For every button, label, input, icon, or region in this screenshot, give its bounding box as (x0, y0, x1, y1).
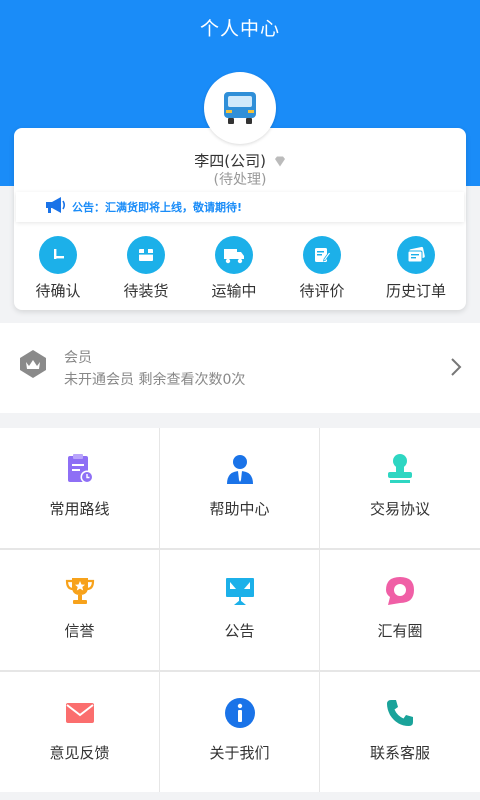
grid-label: 帮助中心 (209, 500, 270, 518)
grid-label: 公告 (224, 622, 255, 640)
grid-item-reputation[interactable]: 信誉 (0, 550, 159, 670)
grid-label: 意见反馈 (49, 744, 110, 762)
phone-icon (383, 696, 417, 730)
grid-label: 汇有圈 (377, 622, 423, 640)
order-label: 运输中 (211, 282, 257, 300)
order-label: 待装货 (123, 282, 169, 300)
chevron-right-icon (450, 357, 462, 381)
diamond-icon (274, 153, 286, 171)
truck-icon (215, 236, 253, 274)
support-person-icon (223, 452, 257, 486)
grid-item-feedback[interactable]: 意见反馈 (0, 672, 159, 792)
history-icon (397, 236, 435, 274)
notice-text: 公告：汇满货即将上线，敬请期待! (72, 201, 243, 214)
clipboard-clock-icon (63, 452, 97, 486)
chat-bubble-icon (383, 574, 417, 608)
order-pending-load[interactable]: 待装货 (102, 232, 190, 301)
billboard-icon (223, 574, 257, 608)
user-status: (待处理) (213, 172, 267, 188)
grid-item-help[interactable]: 帮助中心 (160, 428, 319, 548)
member-desc: 未开通会员 剩余查看次数0次 (64, 372, 246, 388)
membership-row[interactable]: 会员 未开通会员 剩余查看次数0次 (0, 323, 480, 413)
box-icon (127, 236, 165, 274)
notice-bar[interactable]: 公告：汇满货即将上线，敬请期待! (16, 192, 464, 222)
order-pending-confirm[interactable]: 待确认 (14, 232, 102, 301)
grid-item-circle[interactable]: 汇有圈 (320, 550, 480, 670)
grid-item-agreement[interactable]: 交易协议 (320, 428, 480, 548)
page-title: 个人中心 (199, 18, 280, 40)
truck-avatar-icon (224, 92, 256, 124)
order-label: 历史订单 (385, 282, 446, 300)
order-label: 待确认 (35, 282, 81, 300)
grid-label: 联系客服 (369, 744, 430, 762)
grid-label: 信誉 (64, 622, 95, 640)
user-card: 李四(公司) (待处理) 公告：汇满货即将上线，敬请期待! 待确认 待装货 运输… (14, 128, 466, 310)
user-name: 李四(公司) (194, 152, 266, 170)
order-label: 待评价 (299, 282, 345, 300)
info-icon (223, 696, 257, 730)
grid-label: 常用路线 (49, 500, 110, 518)
grid-label: 关于我们 (209, 744, 270, 762)
avatar[interactable] (204, 72, 276, 144)
order-in-transit[interactable]: 运输中 (190, 232, 278, 301)
plus-minus-icon (39, 236, 77, 274)
grid-item-routes[interactable]: 常用路线 (0, 428, 159, 548)
stamp-icon (383, 452, 417, 486)
grid-item-announcement[interactable]: 公告 (160, 550, 319, 670)
mail-icon (63, 696, 97, 730)
megaphone-icon (44, 196, 66, 218)
grid-item-contact[interactable]: 联系客服 (320, 672, 480, 792)
edit-icon (303, 236, 341, 274)
order-history[interactable]: 历史订单 (366, 232, 466, 301)
order-pending-review[interactable]: 待评价 (278, 232, 366, 301)
vip-badge-icon (18, 349, 48, 383)
grid-label: 交易协议 (369, 500, 430, 518)
feature-grid: 常用路线 帮助中心 交易协议 信誉 公告 汇有圈 意见反馈 关于我们 联系客服 (0, 428, 480, 792)
trophy-icon (63, 574, 97, 608)
grid-item-about[interactable]: 关于我们 (160, 672, 319, 792)
order-status-row: 待确认 待装货 运输中 待评价 历史订单 (14, 232, 466, 308)
member-title: 会员 (64, 350, 92, 366)
